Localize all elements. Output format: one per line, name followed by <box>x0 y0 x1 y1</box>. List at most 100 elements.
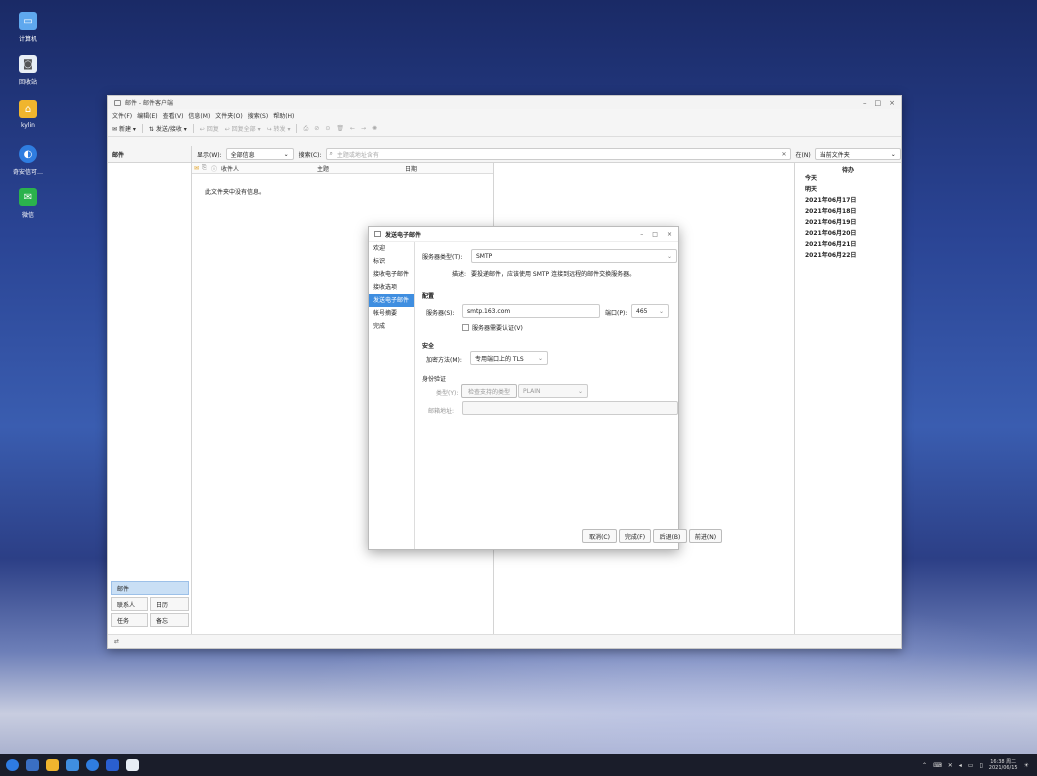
send-receive-button[interactable]: ⇅ 发送/接收 ▾ <box>149 124 187 133</box>
forward-button[interactable]: ↪ 转发 ▾ <box>267 124 291 133</box>
notification-icon[interactable]: ▭ <box>968 762 974 769</box>
reply-all-button[interactable]: ↩ 回复全部 ▾ <box>225 124 261 133</box>
forward-arrow-icon[interactable]: → <box>361 125 366 132</box>
volume-icon[interactable]: ◂ <box>959 762 962 769</box>
todo-item[interactable]: 2021年06月22日 <box>795 250 901 261</box>
check-supported-types-button[interactable]: 检查支持的类型 <box>461 384 517 398</box>
column-recipient[interactable]: 收件人 <box>221 164 317 173</box>
step-done[interactable]: 完成 <box>369 320 414 333</box>
desktop-icon-kylin[interactable]: ⌂ kylin <box>6 100 50 129</box>
reply-button[interactable]: ↩ 回复 <box>200 124 219 133</box>
chevron-down-icon: ⌄ <box>283 150 289 158</box>
menu-file[interactable]: 文件(F) <box>112 111 132 120</box>
todo-item[interactable]: 2021年06月20日 <box>795 228 901 239</box>
taskview-icon[interactable] <box>26 759 39 771</box>
mail-app-taskbar-icon[interactable] <box>126 759 139 771</box>
step-receiving[interactable]: 接收电子邮件 <box>369 268 414 281</box>
server-label: 服务器(S): <box>426 310 455 317</box>
attachment-icon[interactable]: ⎘ <box>202 164 211 172</box>
minimize-icon[interactable]: – <box>640 231 643 238</box>
column-date[interactable]: 日期 <box>405 164 417 173</box>
office-icon[interactable] <box>106 759 119 771</box>
nav-calendar-button[interactable]: 日历 <box>150 597 189 611</box>
menu-search[interactable]: 搜索(S) <box>248 111 269 120</box>
start-menu-icon[interactable] <box>6 759 19 771</box>
menu-message[interactable]: 信息(M) <box>188 111 210 120</box>
maximize-icon[interactable]: □ <box>875 99 882 107</box>
wizard-steps: 欢迎 标识 接收电子邮件 接收选项 发送电子邮件 帐号摘要 完成 <box>369 242 415 549</box>
not-junk-icon[interactable]: ⊙ <box>325 125 330 132</box>
clear-search-icon[interactable]: ✕ <box>782 151 787 158</box>
checkbox-box <box>462 324 469 331</box>
todo-item[interactable]: 2021年06月18日 <box>795 206 901 217</box>
menu-view[interactable]: 查看(V) <box>163 111 184 120</box>
computer-icon: ▭ <box>19 12 37 30</box>
clock[interactable]: 16:38 周二 2021/06/15 <box>989 759 1018 771</box>
flag-icon[interactable]: ⓘ <box>211 164 221 173</box>
step-sending[interactable]: 发送电子邮件 <box>369 294 414 307</box>
desktop-icon-wechat[interactable]: ✉ 微信 <box>6 188 50 219</box>
browser-icon[interactable] <box>86 759 99 771</box>
desktop-icon-trash[interactable]: ◙ 回收站 <box>6 55 50 86</box>
todo-item[interactable]: 2021年06月21日 <box>795 239 901 250</box>
todo-item[interactable]: 明天 <box>795 184 901 195</box>
next-button[interactable]: 前进(N) <box>689 529 722 543</box>
keyboard-icon[interactable]: ⌨ <box>933 762 942 769</box>
menu-edit[interactable]: 编辑(E) <box>137 111 157 120</box>
encryption-select[interactable]: 专用端口上的 TLS ⌄ <box>470 351 548 365</box>
folder-header: 邮件 <box>108 146 192 162</box>
dialog-titlebar[interactable]: 发送电子邮件 – □ × <box>369 227 678 242</box>
unread-icon[interactable]: ✉ <box>192 165 202 172</box>
nav-memos-button[interactable]: 备忘 <box>150 613 189 627</box>
offline-status-icon[interactable]: ⇄ <box>114 638 119 645</box>
nav-mail-button[interactable]: 邮件 <box>111 581 189 595</box>
nav-tasks-button[interactable]: 任务 <box>111 613 148 627</box>
column-subject[interactable]: 主题 <box>317 164 405 173</box>
step-identity[interactable]: 标识 <box>369 255 414 268</box>
new-button[interactable]: ✉ 新建 ▾ <box>112 124 136 133</box>
back-arrow-icon[interactable]: ← <box>350 125 355 132</box>
close-icon[interactable]: × <box>667 231 672 238</box>
server-type-select[interactable]: SMTP ⌄ <box>471 249 677 263</box>
junk-icon[interactable]: ⊘ <box>314 125 319 132</box>
server-input[interactable]: smtp.163.com <box>462 304 600 318</box>
todo-item[interactable]: 今天 <box>795 173 901 184</box>
auth-type-label: 类型(Y): <box>436 390 459 397</box>
auth-required-checkbox[interactable]: 服务器需要认证(V) <box>462 323 523 332</box>
email-address-input[interactable] <box>462 401 678 415</box>
system-tray: ⌃ ⌨ ✕ ◂ ▭ ▯ 16:38 周二 2021/06/15 ☀ <box>922 759 1029 771</box>
terminal-icon[interactable] <box>66 759 79 771</box>
menu-bar: 文件(F) 编辑(E) 查看(V) 信息(M) 文件夹(O) 搜索(S) 帮助(… <box>108 109 901 121</box>
clipboard-icon[interactable]: ▯ <box>979 762 982 769</box>
minimize-icon[interactable]: – <box>863 99 867 107</box>
delete-icon[interactable]: 🗑 <box>336 125 344 132</box>
network-icon[interactable]: ✕ <box>948 762 953 769</box>
step-summary[interactable]: 帐号摘要 <box>369 307 414 320</box>
finish-button[interactable]: 完成(F) <box>619 529 651 543</box>
file-manager-icon[interactable] <box>46 759 59 771</box>
todo-item[interactable]: 2021年06月19日 <box>795 217 901 228</box>
desktop-icon-browser[interactable]: ◐ 奇安信可… <box>6 145 50 176</box>
menu-folder[interactable]: 文件夹(O) <box>215 111 242 120</box>
search-input[interactable]: ⌕ 主题或地址含有 ✕ <box>325 148 791 160</box>
port-combo[interactable]: 465 ⌄ <box>631 304 669 318</box>
cancel-button[interactable]: 取消(C) <box>582 529 617 543</box>
stop-icon[interactable]: ✺ <box>372 125 377 132</box>
menu-help[interactable]: 帮助(H) <box>273 111 294 120</box>
desktop-icon-computer[interactable]: ▭ 计算机 <box>6 12 50 43</box>
todo-item[interactable]: 2021年06月17日 <box>795 195 901 206</box>
nav-contacts-button[interactable]: 联系人 <box>111 597 148 611</box>
print-icon[interactable]: ⎙ <box>303 125 308 133</box>
show-filter-select[interactable]: 全部信息 ⌄ <box>225 148 294 160</box>
maximize-icon[interactable]: □ <box>652 231 658 238</box>
tray-arrow-icon[interactable]: ⌃ <box>922 762 927 769</box>
night-mode-icon[interactable]: ☀ <box>1024 762 1029 769</box>
step-welcome[interactable]: 欢迎 <box>369 242 414 255</box>
auth-type-select[interactable]: PLAIN ⌄ <box>518 384 588 398</box>
window-titlebar[interactable]: 邮件 - 邮件客户端 – □ × <box>108 96 901 109</box>
step-receiving-options[interactable]: 接收选项 <box>369 281 414 294</box>
close-icon[interactable]: × <box>889 99 895 107</box>
search-label: 搜索(C): <box>298 151 322 159</box>
back-button[interactable]: 后退(B) <box>653 529 687 543</box>
scope-select[interactable]: 当前文件夹 ⌄ <box>814 148 901 160</box>
